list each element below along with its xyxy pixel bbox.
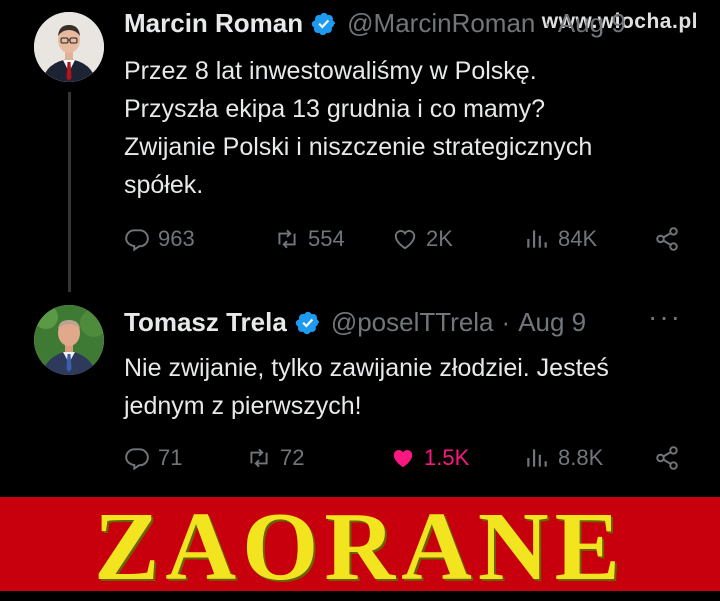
tweet-header: Marcin Roman @MarcinRoman · Aug 9 bbox=[124, 8, 626, 39]
banner-text: ZAORANE bbox=[93, 493, 627, 601]
reply-count: 71 bbox=[158, 445, 183, 470]
repost-count: 72 bbox=[280, 445, 305, 470]
tweet-text-line: jednym z pierwszych! bbox=[124, 392, 362, 420]
share-icon bbox=[656, 227, 678, 251]
tweet-header: Tomasz Trela @poselTTrela · Aug 9 bbox=[124, 307, 586, 338]
tweet-text-line: Nie zwijanie, tylko zawijanie złodziei. … bbox=[124, 354, 609, 382]
tweet-text: Przez 8 lat inwestowaliśmy w Polskę. Prz… bbox=[124, 52, 684, 204]
author-name[interactable]: Marcin Roman bbox=[124, 8, 303, 39]
views-icon bbox=[527, 230, 547, 248]
views-count: 8.8K bbox=[558, 445, 604, 470]
views-count: 84K bbox=[558, 226, 598, 251]
tweet-1[interactable]: Marcin Roman @MarcinRoman · Aug 9 Przez … bbox=[0, 0, 720, 285]
share-icon bbox=[656, 446, 678, 470]
avatar-tomasz-trela[interactable] bbox=[34, 305, 104, 375]
tweet-actions: 71 72 1.5K 8.8K bbox=[124, 445, 694, 481]
tweet-date[interactable]: Aug 9 bbox=[518, 307, 586, 338]
verified-badge-icon bbox=[311, 12, 336, 35]
share-button[interactable] bbox=[654, 226, 688, 252]
handle-suffix: · Aug 9 bbox=[543, 8, 626, 38]
like-count: 1.5K bbox=[424, 445, 470, 470]
more-options-icon[interactable]: ··· bbox=[648, 301, 682, 333]
reply-button[interactable]: 963 bbox=[124, 226, 195, 252]
verified-badge-icon bbox=[295, 311, 319, 334]
repost-count: 554 bbox=[308, 226, 345, 251]
reply-count: 963 bbox=[158, 226, 195, 251]
like-button[interactable]: 2K bbox=[392, 226, 453, 252]
avatar-marcin-roman[interactable] bbox=[34, 12, 104, 82]
tweet-text-line: spółek. bbox=[124, 171, 204, 199]
repost-button[interactable]: 72 bbox=[246, 445, 304, 471]
author-handle[interactable]: @poselTTrela bbox=[331, 307, 494, 338]
caption-banner: ZAORANE bbox=[0, 493, 720, 601]
reply-icon bbox=[125, 448, 149, 471]
like-button[interactable]: 1.5K bbox=[390, 445, 469, 471]
tweet-2[interactable]: Tomasz Trela @poselTTrela · Aug 9 ··· Ni… bbox=[0, 285, 720, 497]
tweet-text: Nie zwijanie, tylko zawijanie złodziei. … bbox=[124, 349, 684, 425]
author-handle[interactable]: @MarcinRoman bbox=[347, 8, 535, 39]
reply-button[interactable]: 71 bbox=[124, 445, 182, 471]
views-icon bbox=[527, 449, 547, 467]
tweet-text-line: Przez 8 lat inwestowaliśmy w Polskę. bbox=[124, 57, 537, 85]
meta-separator: · bbox=[501, 307, 511, 337]
repost-icon bbox=[278, 229, 296, 249]
repost-button[interactable]: 554 bbox=[274, 226, 345, 252]
tweet-actions: 963 554 2K 84K bbox=[124, 226, 694, 262]
share-button[interactable] bbox=[654, 445, 688, 471]
reply-icon bbox=[125, 229, 149, 252]
author-name[interactable]: Tomasz Trela bbox=[124, 307, 287, 338]
repost-icon bbox=[250, 448, 268, 468]
views-button[interactable]: 84K bbox=[524, 226, 597, 252]
like-icon bbox=[393, 450, 413, 468]
tweet-text-line: Przyszła ekipa 13 grudnia i co mamy? bbox=[124, 95, 546, 123]
like-count: 2K bbox=[426, 226, 453, 251]
like-icon bbox=[394, 230, 416, 250]
views-button[interactable]: 8.8K bbox=[524, 445, 603, 471]
tweet-text-line: Zwijanie Polski i niszczenie strategiczn… bbox=[124, 133, 593, 161]
